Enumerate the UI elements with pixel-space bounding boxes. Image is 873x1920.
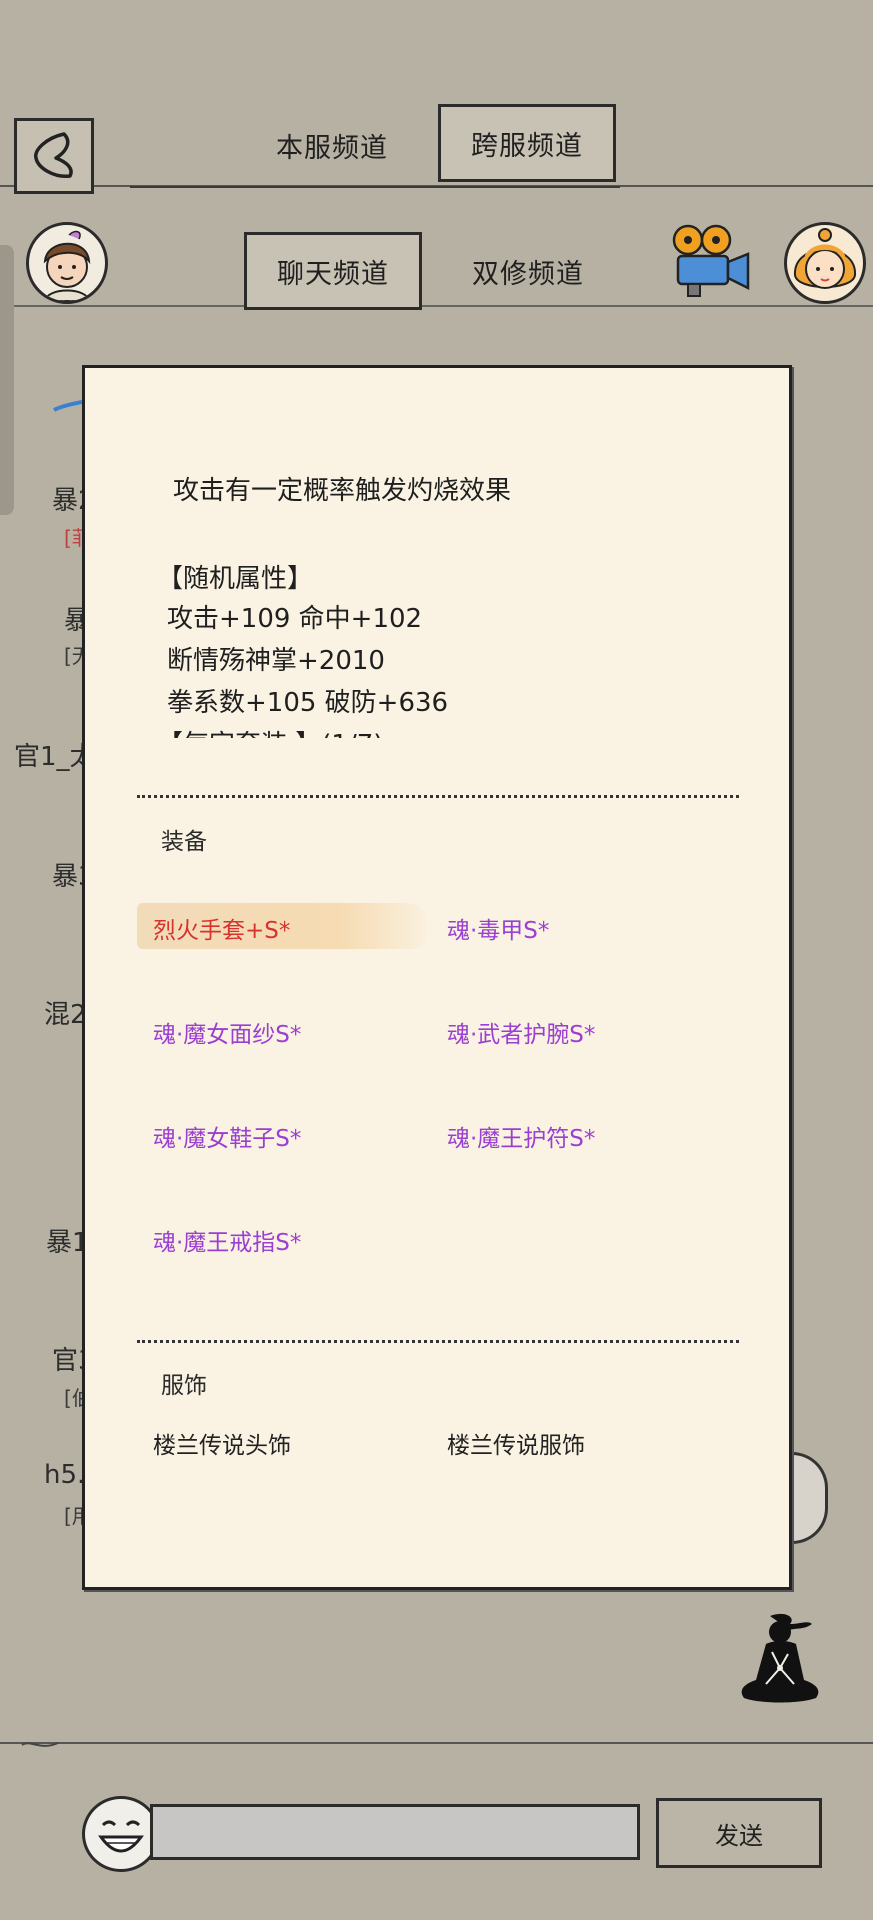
movie-camera-icon (672, 224, 750, 297)
effect-text: 攻击有一定概率触发灼烧效果 (173, 476, 512, 506)
attr-line: 断情殇神掌+2010 (167, 646, 385, 676)
costume-item[interactable]: 楼兰传说头饰 (153, 1426, 291, 1460)
divider (137, 1340, 739, 1343)
chat-scrollbar[interactable] (0, 245, 14, 515)
equip-item[interactable]: 魂·魔女鞋子S* (153, 1119, 301, 1153)
meditation-button[interactable] (730, 1610, 830, 1710)
chat-input[interactable] (150, 1804, 640, 1860)
back-button[interactable] (14, 118, 94, 194)
set-bonus-line: 【气定套装·】(1/7) (157, 724, 383, 738)
attr-line: 攻击+109 命中+102 (167, 604, 423, 634)
partial-icon (52, 368, 83, 416)
equipment-label: 装备 (161, 829, 207, 855)
equip-item[interactable]: 魂·魔女面纱S* (153, 1015, 301, 1049)
user-avatar[interactable] (26, 222, 108, 304)
decor-swirl (20, 1736, 60, 1748)
back-arrow-icon (34, 132, 73, 178)
divider (137, 795, 739, 798)
costume-label: 服饰 (161, 1373, 207, 1399)
emoji-button[interactable] (82, 1796, 160, 1872)
laughing-face-icon (98, 1820, 144, 1853)
tab-chat-channel[interactable]: 聊天频道 (244, 232, 422, 310)
tab-cross-server[interactable]: 跨服频道 (438, 104, 616, 182)
avatar-boy-icon (43, 230, 91, 301)
equip-item[interactable]: 魂·武者护腕S* (447, 1015, 595, 1049)
equip-item[interactable]: 魂·魔王戒指S* (153, 1223, 301, 1257)
equip-item[interactable]: 烈火手套+S* (153, 911, 290, 945)
movie-camera-button[interactable] (668, 222, 752, 298)
send-button[interactable]: 发送 (656, 1798, 822, 1868)
item-detail-popup: 攻击有一定概率触发灼烧效果 【随机属性】 攻击+109 命中+102 断情殇神掌… (82, 365, 792, 1590)
chat-bubble-edge (792, 1452, 828, 1544)
swirl-icon (21, 1742, 59, 1747)
equip-item[interactable]: 魂·魔王护符S* (447, 1119, 595, 1153)
chat-fragment: 混2 (44, 1000, 87, 1030)
tab-local-server[interactable]: 本服频道 (262, 110, 402, 180)
popup-scroll-area[interactable]: 攻击有一定概率触发灼烧效果 【随机属性】 攻击+109 命中+102 断情殇神掌… (85, 368, 789, 738)
random-attr-title: 【随机属性】 (157, 564, 314, 594)
attr-line: 拳系数+105 破防+636 (167, 688, 449, 718)
tab-dual-cultivation[interactable]: 双修频道 (458, 236, 598, 306)
assistant-avatar[interactable] (784, 222, 866, 304)
avatar-girl-icon (793, 228, 857, 289)
chat-fragment: h5. (44, 1460, 86, 1490)
equip-item[interactable]: 魂·毒甲S* (447, 911, 549, 945)
meditation-figure-icon (741, 1613, 819, 1703)
blue-mark-icon (53, 400, 83, 412)
costume-item[interactable]: 楼兰传说服饰 (447, 1426, 585, 1460)
